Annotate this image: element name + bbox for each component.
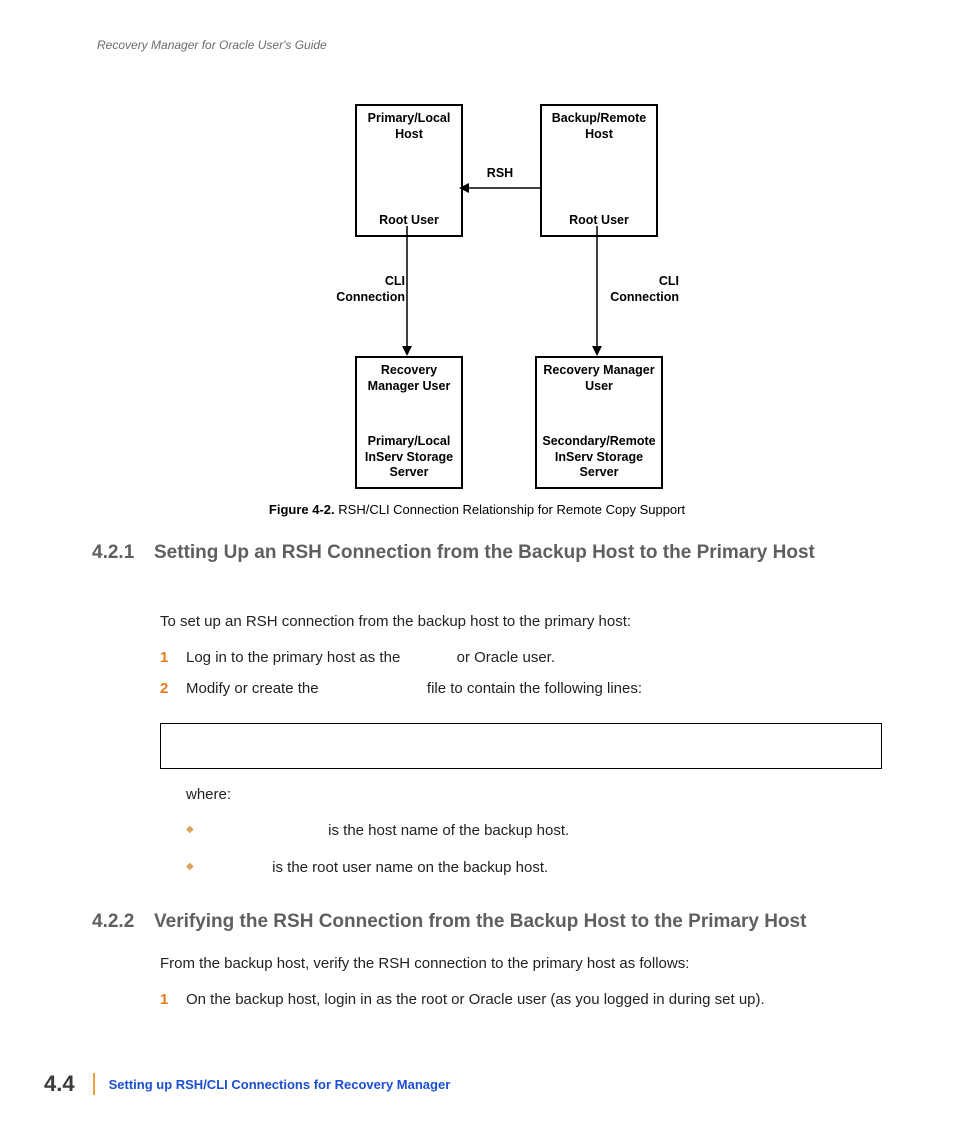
box-primary-inserv-bottom: Primary/Local InServ Storage Server: [359, 434, 459, 481]
bullet-rootuser: is the root user name on the backup host…: [186, 859, 884, 876]
diagram-rsh-cli: Primary/Local Host Root User Backup/Remo…: [355, 104, 735, 484]
box-primary-inserv: Recovery Manager User Primary/Local InSe…: [355, 356, 463, 489]
page-footer: 4.4 Setting up RSH/CLI Connections for R…: [44, 1071, 450, 1097]
heading-4-2-1-title: Setting Up an RSH Connection from the Ba…: [154, 540, 894, 566]
step-2: 2 Modify or create the file to contain t…: [160, 680, 884, 697]
footer-chapter-title: Setting up RSH/CLI Connections for Recov…: [109, 1077, 451, 1092]
label-rsh: RSH: [475, 166, 525, 182]
step-422-1-number: 1: [160, 991, 168, 1008]
step-422-1-text: On the backup host, login in as the root…: [186, 991, 765, 1008]
heading-4-2-1: 4.2.1Setting Up an RSH Connection from t…: [92, 540, 894, 566]
page-number: 4.4: [44, 1071, 75, 1097]
step-422-1: 1 On the backup host, login in as the ro…: [160, 991, 884, 1008]
box-secondary-inserv: Recovery Manager User Secondary/Remote I…: [535, 356, 663, 489]
steps-4-2-1: 1 Log in to the primary host as the or O…: [160, 649, 884, 711]
footer-divider: [93, 1073, 95, 1095]
arrow-rsh: [459, 182, 540, 194]
heading-4-2-2-title: Verifying the RSH Connection from the Ba…: [154, 911, 806, 932]
box-primary-host: Primary/Local Host Root User: [355, 104, 463, 237]
heading-4-2-2: 4.2.2Verifying the RSH Connection from t…: [92, 909, 894, 935]
box-secondary-inserv-top: Recovery Manager User: [539, 363, 659, 394]
bullet-rootuser-text: is the root user name on the backup host…: [268, 859, 548, 876]
steps-4-2-2: 1 On the backup host, login in as the ro…: [160, 991, 884, 1022]
where-list: is the host name of the backup host. is …: [186, 822, 884, 896]
arrow-cli-left: [401, 226, 413, 356]
where-label: where:: [186, 786, 231, 803]
figure-caption-text: RSH/CLI Connection Relationship for Remo…: [338, 502, 685, 517]
code-box: [160, 723, 882, 769]
box-primary-inserv-top: Recovery Manager User: [359, 363, 459, 394]
intro-4-2-2: From the backup host, verify the RSH con…: [160, 955, 884, 972]
step-1-number: 1: [160, 649, 168, 666]
label-cli-right: CLI Connection: [599, 274, 679, 305]
box-secondary-inserv-bottom: Secondary/Remote InServ Storage Server: [539, 434, 659, 481]
heading-4-2-2-number: 4.2.2: [92, 909, 154, 935]
label-cli-left: CLI Connection: [325, 274, 405, 305]
heading-4-2-1-number: 4.2.1: [92, 540, 154, 566]
figure-label: Figure 4-2.: [269, 502, 335, 517]
bullet-hostname-text: is the host name of the backup host.: [324, 822, 569, 839]
step-2-text-b: file to contain the following lines:: [423, 680, 642, 697]
box-primary-host-top: Primary/Local Host: [359, 111, 459, 142]
bullet-hostname: is the host name of the backup host.: [186, 822, 884, 839]
figure-caption: Figure 4-2. RSH/CLI Connection Relations…: [0, 502, 954, 517]
step-2-number: 2: [160, 680, 168, 697]
step-1: 1 Log in to the primary host as the or O…: [160, 649, 884, 666]
box-backup-host: Backup/Remote Host Root User: [540, 104, 658, 237]
running-header: Recovery Manager for Oracle User's Guide: [97, 38, 327, 52]
intro-4-2-1: To set up an RSH connection from the bac…: [160, 613, 884, 630]
arrow-cli-right: [591, 226, 603, 356]
step-1-text-b: or Oracle user.: [452, 649, 555, 666]
step-2-text-a: Modify or create the: [186, 680, 323, 697]
step-1-text-a: Log in to the primary host as the: [186, 649, 404, 666]
box-backup-host-top: Backup/Remote Host: [544, 111, 654, 142]
